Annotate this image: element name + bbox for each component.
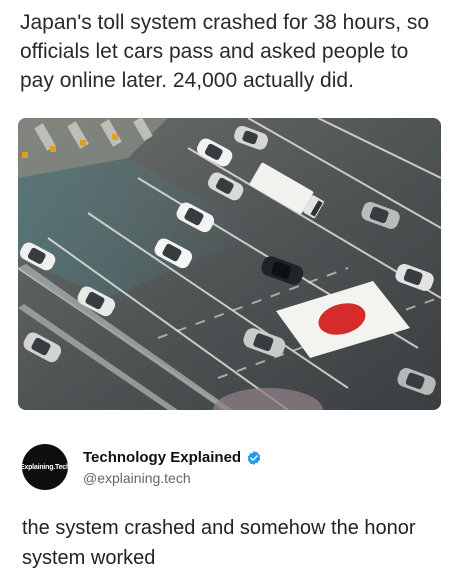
author-name[interactable]: Technology Explained	[83, 449, 241, 466]
author-handle[interactable]: @explaining.tech	[83, 470, 191, 486]
avatar-text: Explaining.Tech	[19, 463, 71, 471]
reply-text: the system crashed and somehow the honor…	[22, 517, 416, 569]
post-headline: Japan's toll system crashed for 38 hours…	[20, 11, 430, 92]
toll-plaza-illustration	[18, 118, 441, 410]
verified-badge-icon	[247, 450, 261, 465]
avatar[interactable]: Explaining.Tech	[19, 444, 71, 490]
author-name-row: Technology Explained	[83, 449, 262, 466]
toll-plaza-photo	[18, 118, 441, 410]
author-block: Explaining.Tech Technology Explained @ex…	[19, 444, 442, 490]
